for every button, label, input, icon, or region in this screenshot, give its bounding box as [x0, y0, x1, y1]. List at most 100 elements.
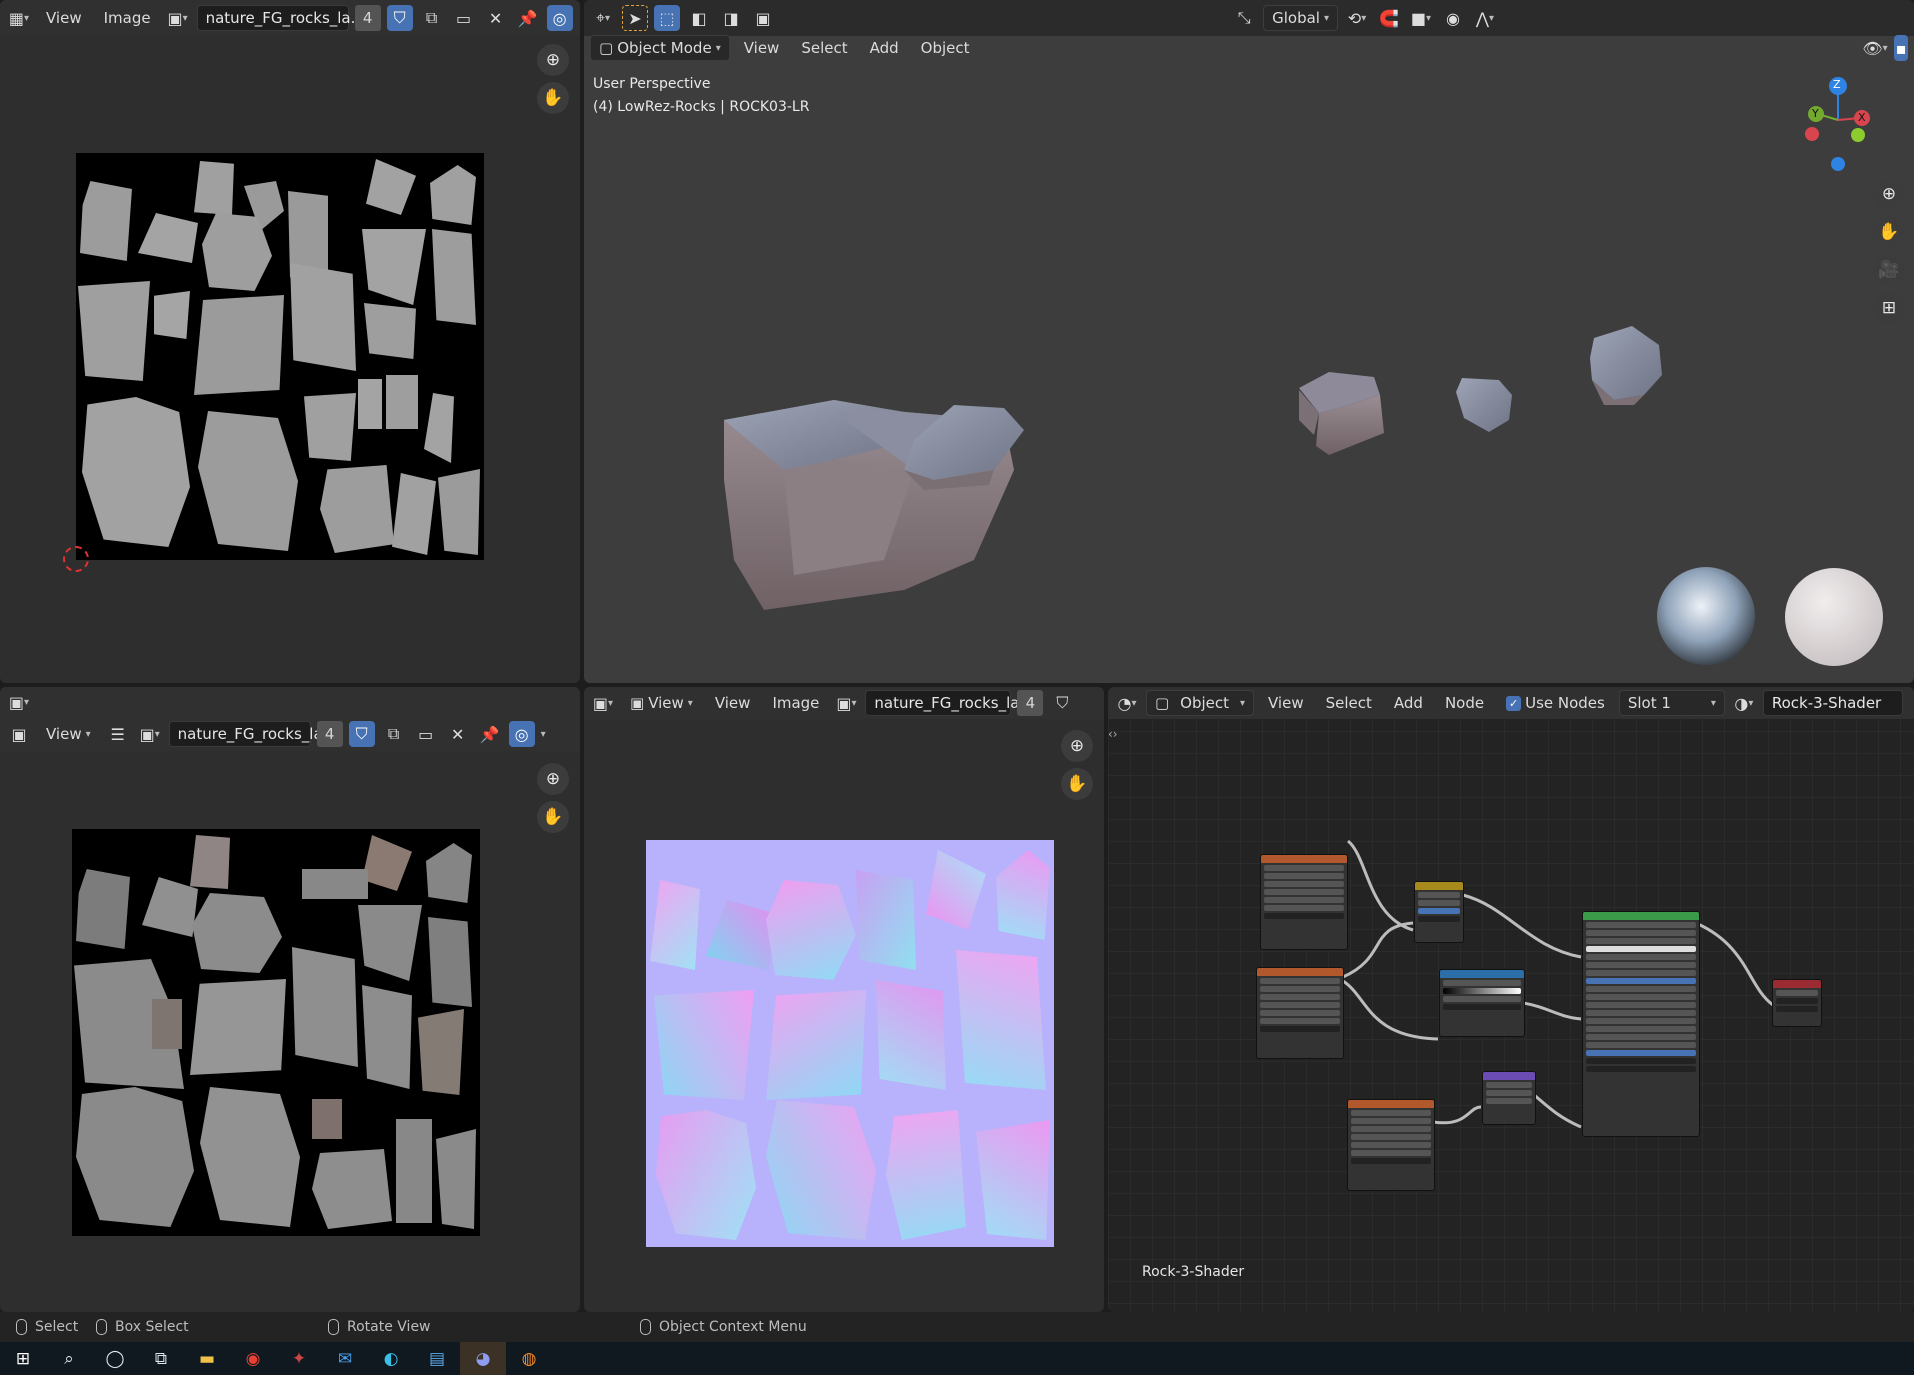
visibility-eye-icon[interactable]: 👁 ▾ [1862, 35, 1888, 61]
menu-image[interactable]: Image [764, 690, 827, 716]
zoom-icon[interactable]: ⊕ [1873, 178, 1905, 210]
shader-node-editor[interactable]: ◔ ▾ ▢ Object ▾ View Select Add Node ✓ Use No… [1108, 687, 1914, 1312]
windows-start-icon[interactable]: ⊞ [0, 1342, 46, 1375]
fake-user-shield-icon[interactable]: ⛉ [386, 5, 413, 31]
status-rotate-view: Rotate View [328, 1319, 431, 1335]
open-folder-icon[interactable]: ▭ [413, 721, 439, 747]
select-subtract-icon[interactable]: ◨ [718, 5, 744, 31]
fake-user-shield-icon[interactable]: ⛉ [348, 721, 375, 747]
node-row [1586, 946, 1696, 952]
pivot-icon[interactable]: ⟲ ▾ [1344, 5, 1370, 31]
chrome-icon[interactable]: ◉ [230, 1342, 276, 1375]
task-view-icon[interactable]: ⧉ [138, 1342, 184, 1375]
view-label: View [648, 694, 684, 712]
zoom-icon[interactable]: ⊕ [537, 44, 569, 76]
snap-target-icon[interactable]: ■ ▾ [1408, 5, 1434, 31]
fake-user-shield-icon[interactable]: ⛉ [1049, 690, 1075, 716]
status-context-label: Object Context Menu [659, 1319, 807, 1335]
view-mode-icon: ▣ [630, 694, 645, 712]
open-folder-icon[interactable]: ▭ [451, 5, 477, 31]
close-icon[interactable]: ✕ [483, 5, 509, 31]
overlay-toggle-icon[interactable]: ◎ [508, 721, 535, 747]
zoom-icon[interactable]: ⊕ [537, 763, 569, 795]
texture-piece [192, 893, 282, 973]
duplicate-icon[interactable]: ⧉ [419, 5, 445, 31]
image-texture-node-color[interactable] [1260, 854, 1348, 950]
image-users-count[interactable]: 4 [354, 5, 381, 31]
view-dropdown[interactable]: View ▾ [38, 721, 99, 747]
mail-icon[interactable]: ✉ [322, 1342, 368, 1375]
image-name-field[interactable]: nature_FG_rocks_la... [168, 721, 337, 747]
image-texture-node-rough[interactable] [1256, 967, 1344, 1059]
view-dropdown[interactable]: ▣ View ▾ [622, 690, 701, 716]
image-browse-icon[interactable]: ▣ ▾ [165, 5, 191, 31]
editor-type-icon[interactable]: ⌖ ▾ [590, 5, 616, 31]
image-browse-icon[interactable]: ▣ ▾ [833, 690, 859, 716]
pin-icon[interactable]: 📌 [477, 721, 503, 747]
image-users-count[interactable]: 4 [316, 721, 343, 747]
image-browse-icon[interactable]: ▣ ▾ [137, 721, 163, 747]
overlay-dropdown-icon[interactable]: ▾ [541, 729, 546, 740]
hand-pan-icon[interactable]: ✋ [537, 82, 569, 114]
discord-icon[interactable]: ◕ [460, 1342, 506, 1375]
menu-add[interactable]: Add [862, 35, 907, 61]
texture-piece [432, 229, 476, 325]
node-row [1443, 980, 1521, 986]
3d-viewport[interactable]: ⌖ ▾ ➤ ⬚ ◧ ◨ ▣ ⤡ Global ▾ ⟲ ▾ 🧲 ■ ▾ ◉ ⋀ ▾ ▢ Obj… [584, 0, 1914, 683]
hand-pan-icon[interactable]: ✋ [1873, 216, 1905, 248]
editor-type-icon[interactable]: ▦ ▾ [6, 5, 32, 31]
search-icon[interactable]: ⌕ [46, 1342, 92, 1375]
view-mode-icon[interactable]: ▣ [6, 721, 32, 747]
snap-icon[interactable]: 🧲 [1376, 5, 1402, 31]
menu-select[interactable]: Select [793, 35, 855, 61]
menu-view[interactable]: View [707, 690, 759, 716]
close-icon[interactable]: ✕ [445, 721, 471, 747]
select-extend-icon[interactable]: ◧ [686, 5, 712, 31]
editor-type-icon[interactable]: ▣ ▾ [590, 690, 616, 716]
editor-type-icon[interactable]: ▣ ▾ [6, 689, 32, 715]
gizmo-toggle-icon[interactable]: ▪ [1894, 35, 1908, 61]
image-texture-node-normal[interactable] [1347, 1099, 1435, 1191]
zoom-icon[interactable]: ⊕ [1061, 730, 1093, 762]
proportional-edit-icon[interactable]: ◉ [1440, 5, 1466, 31]
menu-image[interactable]: Image [96, 5, 159, 31]
menu-view[interactable]: View [736, 35, 788, 61]
select-intersect-icon[interactable]: ▣ [750, 5, 776, 31]
hand-pan-icon[interactable]: ✋ [1061, 768, 1093, 800]
principled-bsdf-node[interactable] [1582, 911, 1700, 1137]
2d-cursor-icon[interactable] [63, 546, 89, 572]
texture-piece [654, 990, 754, 1100]
node-row [1260, 986, 1340, 992]
menu-view[interactable]: View [38, 5, 90, 31]
select-box-icon[interactable]: ⬚ [654, 5, 680, 31]
falloff-icon[interactable]: ⋀ ▾ [1472, 5, 1498, 31]
image-users-count[interactable]: 4 [1017, 690, 1044, 716]
hamburger-menu-icon[interactable]: ☰ [105, 721, 131, 747]
file-explorer-icon[interactable]: ▬ [184, 1342, 230, 1375]
menu-object[interactable]: Object [913, 35, 978, 61]
cortana-icon[interactable]: ◯ [92, 1342, 138, 1375]
node-header [1440, 970, 1524, 978]
ortho-grid-icon[interactable]: ⊞ [1873, 292, 1905, 324]
image-name-field[interactable]: nature_FG_rocks_la... [196, 5, 365, 31]
object-mode-dropdown[interactable]: ▢ Object Mode ▾ [590, 35, 730, 61]
color-ramp-node[interactable] [1439, 969, 1525, 1037]
app-icon[interactable]: ✦ [276, 1342, 322, 1375]
image-name-field[interactable]: nature_FG_rocks_la... [865, 690, 1034, 716]
duplicate-icon[interactable]: ⧉ [381, 721, 407, 747]
hand-pan-icon[interactable]: ✋ [537, 801, 569, 833]
node-row [1264, 913, 1344, 919]
store-icon[interactable]: ▤ [414, 1342, 460, 1375]
texture-piece [926, 850, 986, 930]
select-tool-icon[interactable]: ➤ [622, 5, 648, 31]
axis-gizmo[interactable]: Z Y X [1794, 74, 1884, 174]
camera-icon[interactable]: 🎥 [1873, 254, 1905, 286]
material-output-node[interactable] [1772, 979, 1822, 1027]
overlay-toggle-icon[interactable]: ◎ [546, 5, 573, 31]
normal-map-node[interactable] [1482, 1071, 1536, 1125]
edge-icon[interactable]: ◐ [368, 1342, 414, 1375]
orientation-dropdown[interactable]: Global ▾ [1263, 5, 1338, 31]
pin-icon[interactable]: 📌 [515, 5, 541, 31]
blender-icon[interactable]: ◍ [506, 1342, 552, 1375]
multiply-node[interactable] [1414, 881, 1464, 943]
